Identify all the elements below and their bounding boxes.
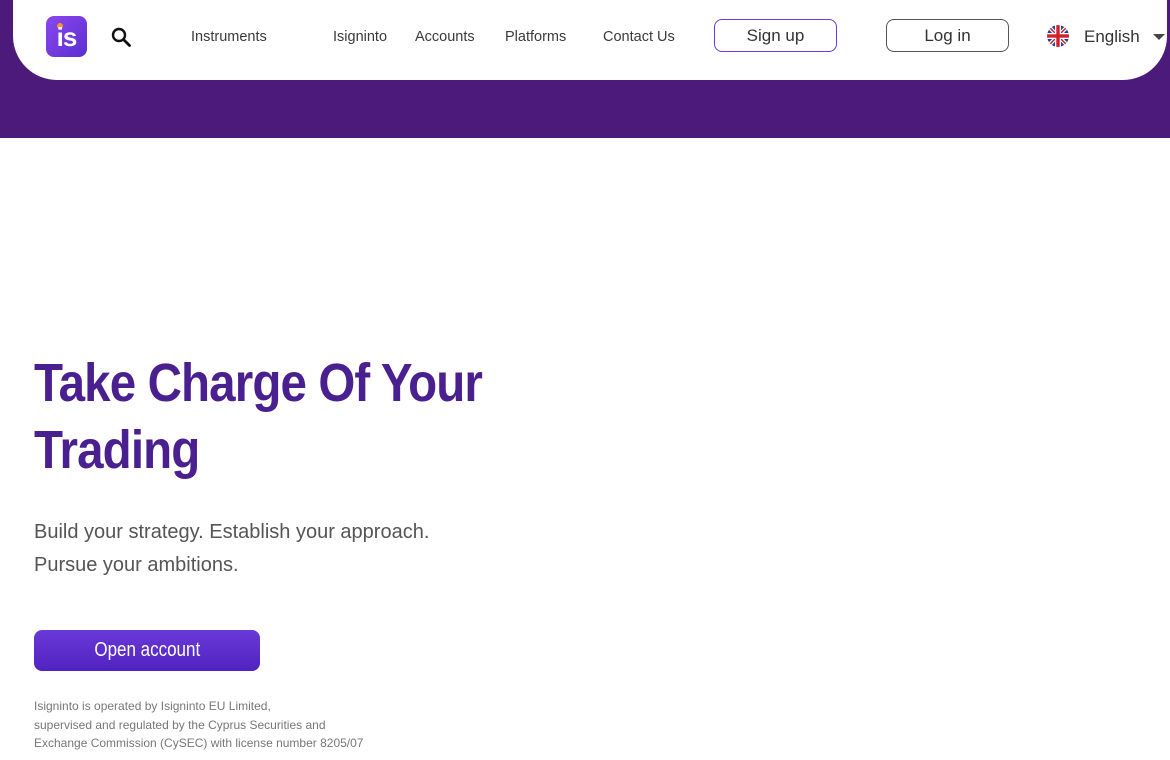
logo[interactable]: is	[46, 16, 87, 57]
hero-title-line2: Trading	[34, 420, 200, 480]
nav-instruments[interactable]: Instruments	[191, 28, 267, 46]
sign-up-button[interactable]: Sign up	[714, 19, 837, 52]
log-in-button[interactable]: Log in	[886, 19, 1009, 52]
nav-contact-us[interactable]: Contact Us	[603, 28, 675, 46]
nav-isigninto[interactable]: Isigninto	[333, 28, 387, 46]
top-navbar: is Instruments Isigninto Accounts Platfo…	[13, 0, 1167, 80]
disclaimer-line: Exchange Commission (CySEC) with license…	[34, 736, 364, 750]
hero-subtitle: Build your strategy. Establish your appr…	[34, 516, 494, 582]
regulatory-disclaimer: Isigninto is operated by Isigninto EU Li…	[34, 697, 414, 753]
nav-accounts[interactable]: Accounts	[415, 28, 475, 46]
hero-subtitle-line1: Build your strategy. Establish your appr…	[34, 521, 430, 543]
disclaimer-line: supervised and regulated by the Cyprus S…	[34, 717, 326, 732]
uk-flag-icon	[1047, 25, 1069, 47]
search-icon[interactable]	[110, 26, 132, 48]
chevron-down-icon[interactable]	[1153, 34, 1165, 40]
open-account-label: Open account	[94, 639, 200, 661]
logo-text: is	[56, 22, 78, 52]
language-selector[interactable]: English	[1084, 27, 1140, 47]
open-account-button[interactable]: Open account	[34, 630, 260, 671]
hero-title-line1: Take Charge Of Your	[34, 353, 483, 413]
hero-subtitle-line2: Pursue your ambitions.	[34, 554, 239, 576]
nav-platforms[interactable]: Platforms	[505, 28, 566, 46]
hero-title: Take Charge Of Your Trading	[34, 350, 492, 484]
disclaimer-line: Isigninto is operated by Isigninto EU Li…	[34, 699, 271, 713]
